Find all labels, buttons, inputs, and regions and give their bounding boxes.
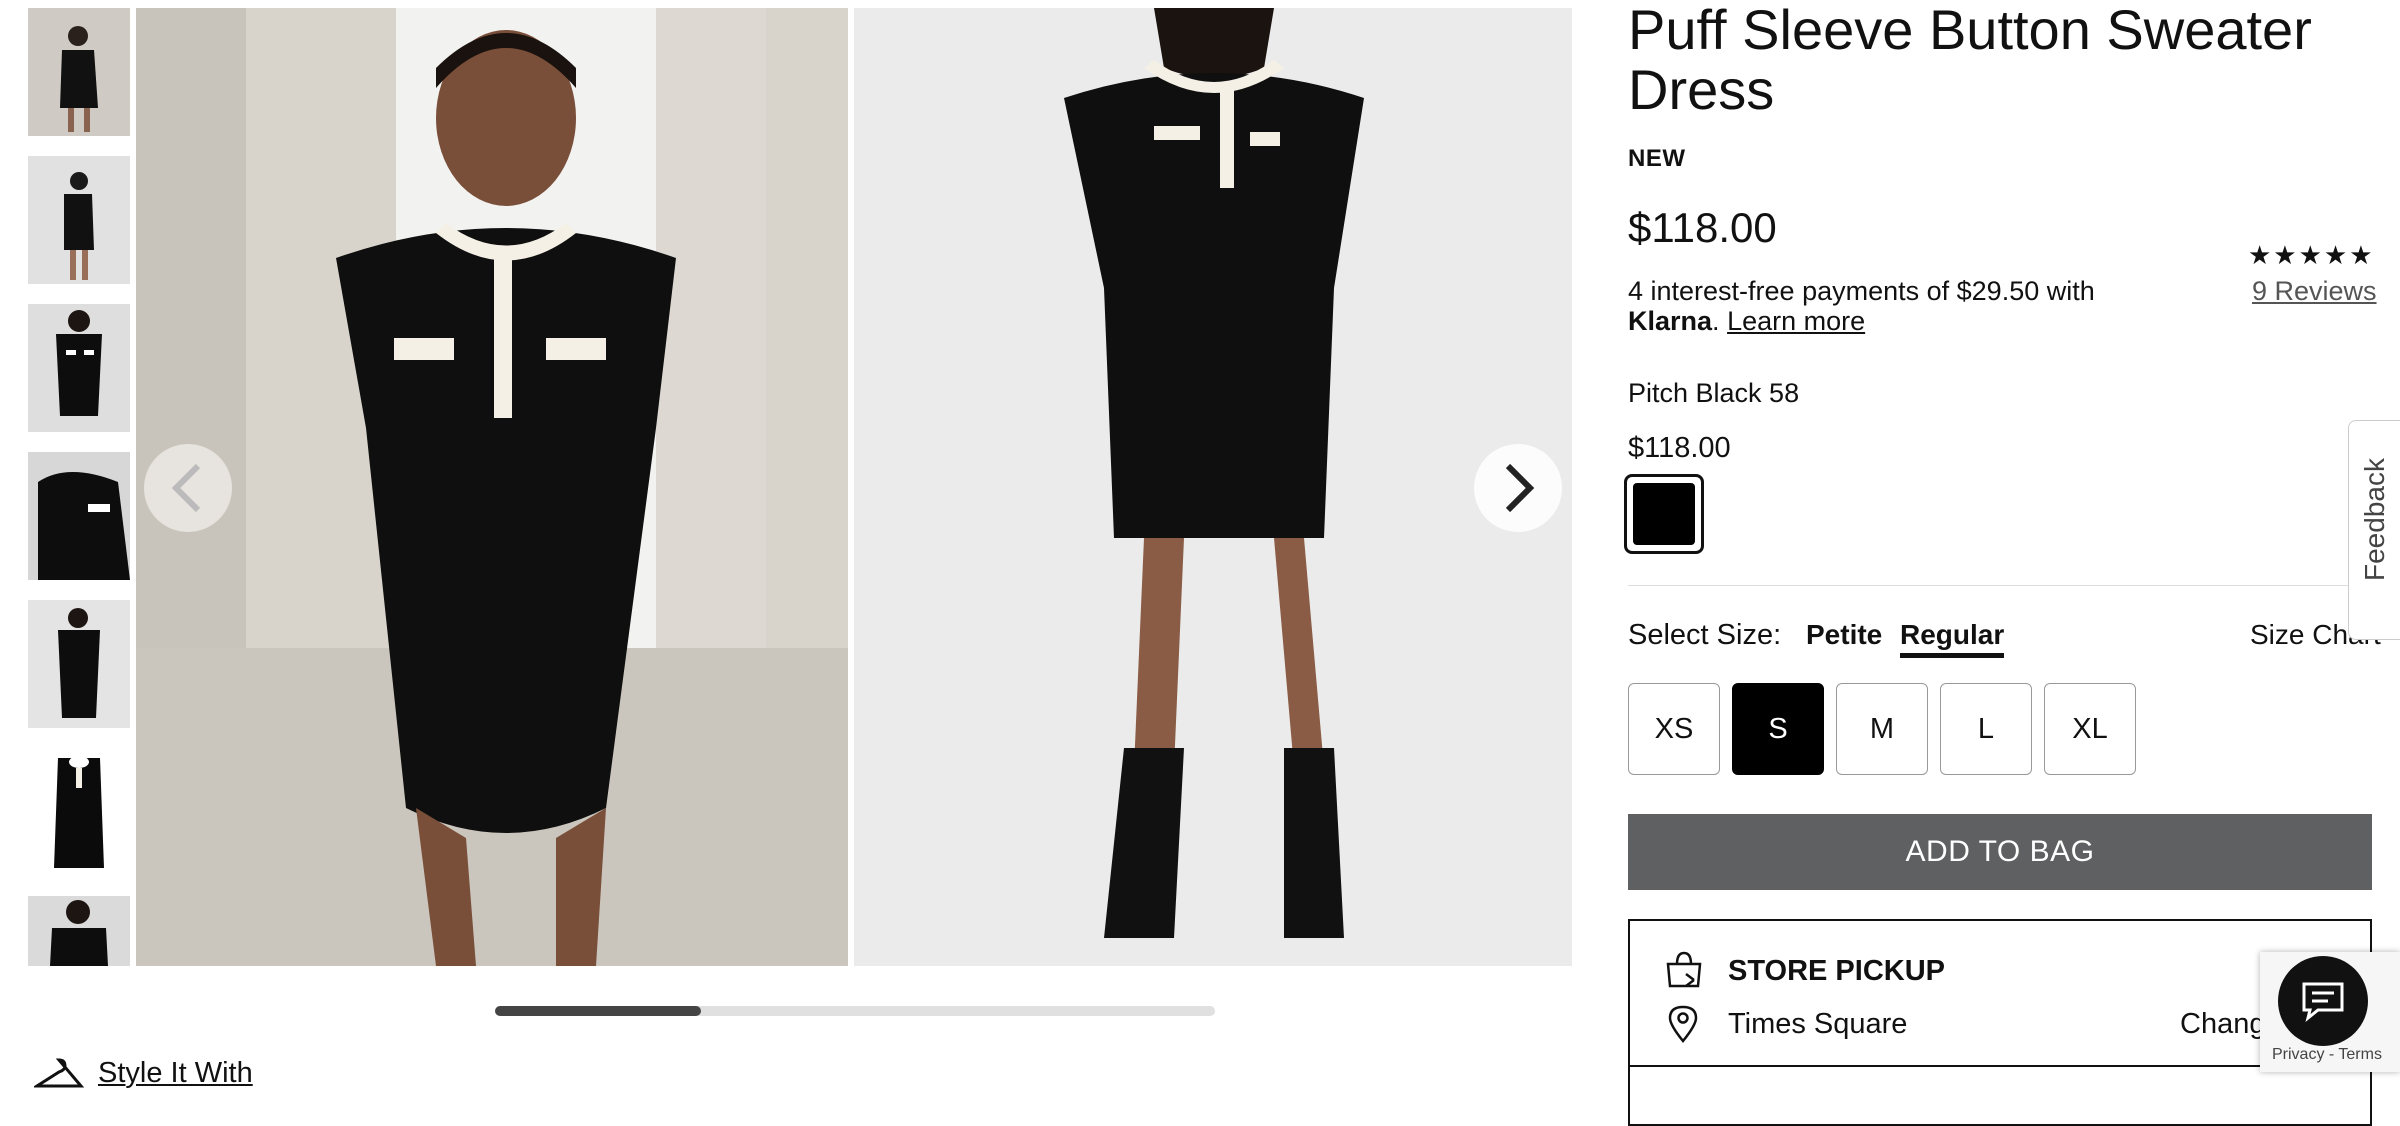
klarna-text: 4 interest-free payments of $29.50 with	[1628, 276, 2095, 306]
style-it-with-link[interactable]: Style It With	[34, 1056, 253, 1090]
swatch-fill	[1633, 483, 1695, 545]
reviews-link[interactable]: 9 Reviews	[2252, 276, 2377, 307]
chevron-right-icon	[1505, 463, 1535, 513]
feedback-tab[interactable]: Feedback	[2348, 420, 2400, 640]
size-option-s[interactable]: S	[1732, 683, 1824, 775]
thumbnail-4[interactable]	[28, 452, 130, 580]
pickup-store-name: Times Square	[1728, 1008, 1908, 1040]
chevron-left-icon	[171, 463, 201, 513]
chat-button[interactable]	[2278, 956, 2368, 1046]
color-name: Pitch Black 58	[1628, 378, 1800, 408]
klarna-learn-more-link[interactable]: Learn more	[1727, 306, 1865, 336]
thumbnail-6[interactable]	[28, 748, 130, 876]
chat-icon	[2302, 982, 2344, 1022]
size-tab-petite[interactable]: Petite	[1806, 619, 1882, 651]
new-badge: NEW	[1628, 145, 1686, 172]
delivery-option[interactable]	[1628, 1066, 2372, 1126]
product-price: $118.00	[1628, 204, 1777, 251]
color-price: $118.00	[1628, 432, 1731, 464]
add-to-bag-button[interactable]: ADD TO BAG	[1628, 814, 2372, 890]
hanger-icon	[34, 1058, 84, 1088]
product-title: Puff Sleeve Button Sweater Dress	[1628, 0, 2312, 121]
location-pin-icon	[1668, 1005, 1698, 1048]
color-swatch-black[interactable]	[1624, 474, 1704, 554]
carousel-next-button[interactable]	[1474, 444, 1562, 532]
feedback-label: Feedback	[2359, 458, 2390, 581]
style-it-with-label: Style It With	[98, 1056, 253, 1089]
select-size-label: Select Size:	[1628, 619, 1782, 651]
klarna-message: 4 interest-free payments of $29.50 with …	[1628, 276, 2095, 336]
size-option-m[interactable]: M	[1836, 683, 1928, 775]
product-image-2	[854, 8, 1572, 966]
store-bag-icon	[1664, 950, 1704, 993]
product-image-1	[136, 8, 848, 966]
size-option-xs[interactable]: XS	[1628, 683, 1720, 775]
thumbnail-1[interactable]	[28, 8, 130, 136]
thumbnail-5[interactable]	[28, 600, 130, 728]
thumbnail-3[interactable]	[28, 304, 130, 432]
carousel-scroll-thumb[interactable]	[495, 1006, 701, 1016]
carousel-prev-button[interactable]	[144, 444, 232, 532]
klarna-logo: Klarna	[1628, 306, 1713, 336]
thumbnail-7[interactable]	[28, 896, 130, 966]
rating-stars: ★★★★★	[2248, 240, 2375, 270]
size-tab-regular[interactable]: Regular	[1900, 619, 2005, 658]
store-pickup-title: STORE PICKUP	[1728, 955, 1946, 987]
size-option-xl[interactable]: XL	[2044, 683, 2136, 775]
thumbnail-2[interactable]	[28, 156, 130, 284]
recaptcha-links[interactable]: Privacy - Terms	[2272, 1046, 2382, 1064]
size-option-l[interactable]: L	[1940, 683, 2032, 775]
divider	[1628, 585, 2388, 586]
